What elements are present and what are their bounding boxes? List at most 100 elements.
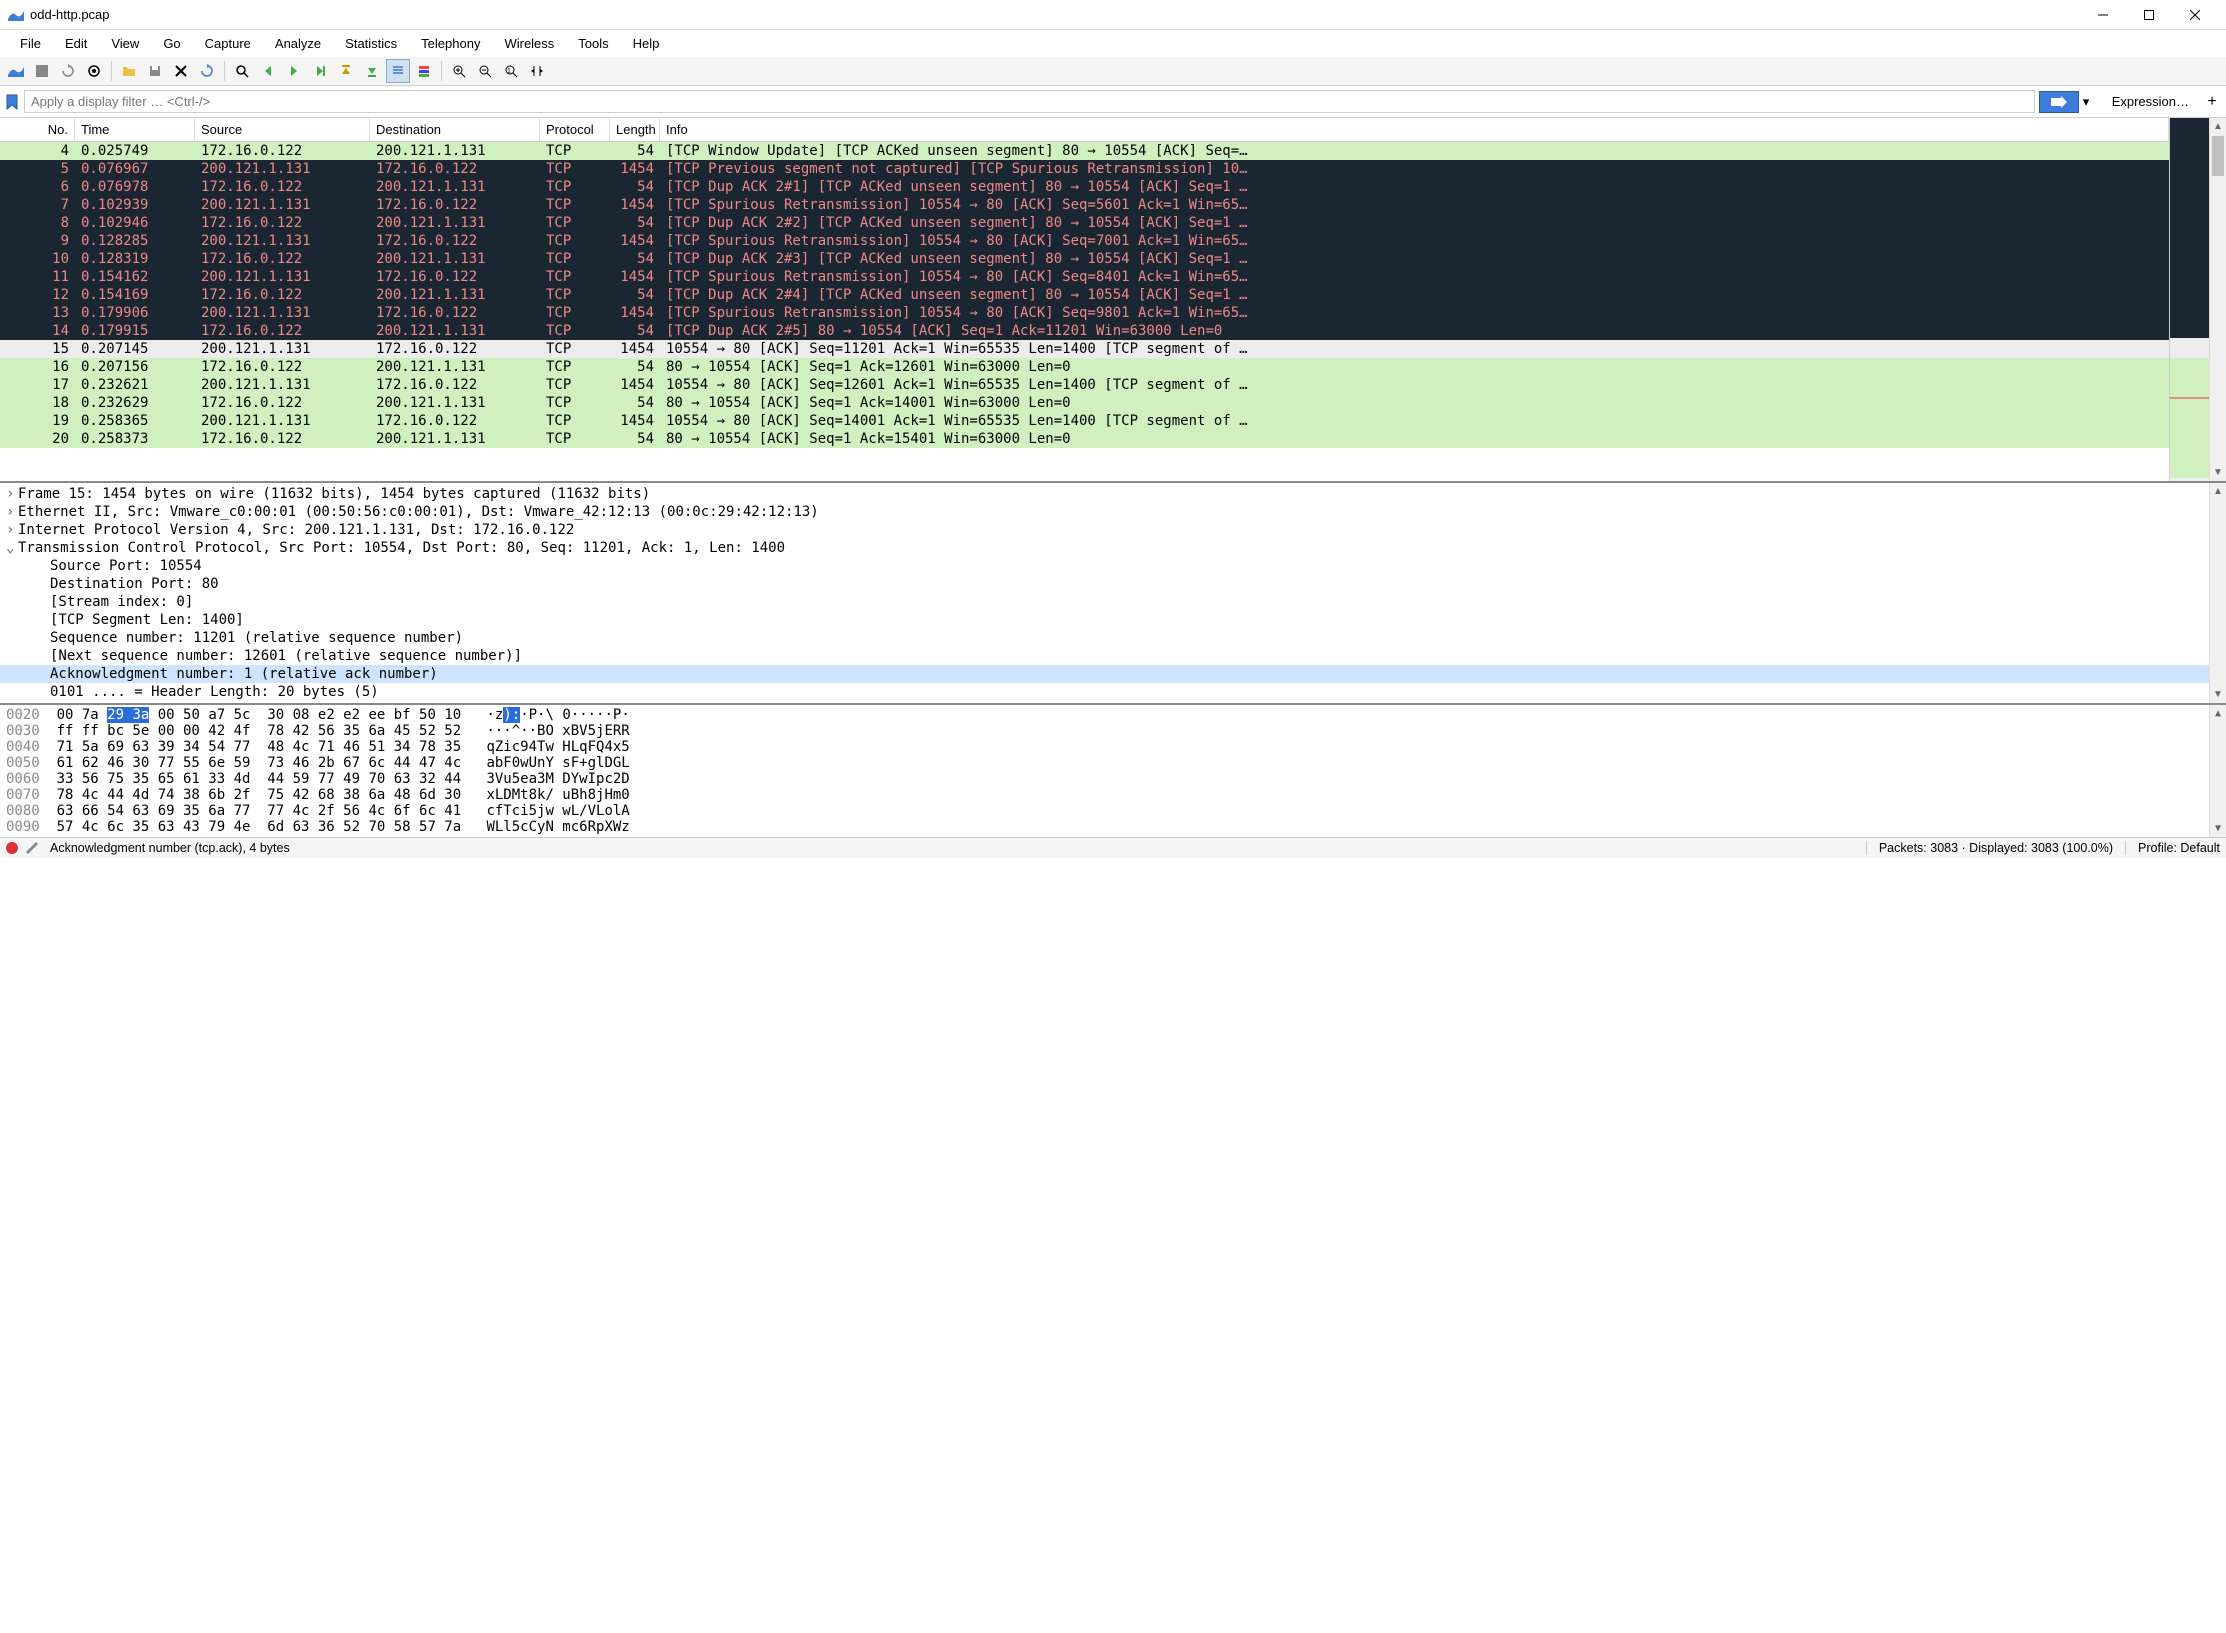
col-header-info[interactable]: Info (660, 118, 2169, 141)
close-button[interactable] (2172, 0, 2218, 30)
packet-row[interactable]: 110.154162200.121.1.131172.16.0.122TCP14… (0, 268, 2169, 286)
expression-button[interactable]: Expression… (2103, 90, 2198, 113)
packet-row[interactable]: 120.154169172.16.0.122200.121.1.131TCP54… (0, 286, 2169, 304)
menu-tools[interactable]: Tools (566, 32, 620, 55)
menu-telephony[interactable]: Telephony (409, 32, 492, 55)
col-header-no[interactable]: No. (0, 118, 75, 141)
packet-row[interactable]: 200.258373172.16.0.122200.121.1.131TCP54… (0, 430, 2169, 448)
packet-row[interactable]: 90.128285200.121.1.131172.16.0.122TCP145… (0, 232, 2169, 250)
hex-line[interactable]: 0090 57 4c 6c 35 63 43 79 4e 6d 63 36 52… (6, 819, 2203, 835)
packet-row[interactable]: 150.207145200.121.1.131172.16.0.122TCP14… (0, 340, 2169, 358)
tree-segment-len[interactable]: [TCP Segment Len: 1400] (0, 611, 2209, 629)
packet-scrollbar[interactable]: ▲ ▼ (2209, 118, 2226, 481)
go-first-icon[interactable] (334, 59, 358, 83)
hex-line[interactable]: 0020 00 7a 29 3a 00 50 a7 5c 30 08 e2 e2… (6, 707, 2203, 723)
tree-tcp[interactable]: Transmission Control Protocol, Src Port:… (0, 539, 2209, 557)
find-packet-icon[interactable] (230, 59, 254, 83)
col-header-length[interactable]: Length (610, 118, 660, 141)
hex-line[interactable]: 0060 33 56 75 35 65 61 33 4d 44 59 77 49… (6, 771, 2203, 787)
capture-options-icon[interactable] (82, 59, 106, 83)
packet-row[interactable]: 60.076978172.16.0.122200.121.1.131TCP54[… (0, 178, 2169, 196)
go-forward-icon[interactable] (282, 59, 306, 83)
close-file-icon[interactable] (169, 59, 193, 83)
packet-row[interactable]: 80.102946172.16.0.122200.121.1.131TCP54[… (0, 214, 2169, 232)
expert-info-led-icon[interactable] (6, 842, 18, 854)
tree-header-len[interactable]: 0101 .... = Header Length: 20 bytes (5) (0, 683, 2209, 701)
scroll-down-icon[interactable]: ▼ (2210, 686, 2226, 703)
hex-line[interactable]: 0040 71 5a 69 63 39 34 54 77 48 4c 71 46… (6, 739, 2203, 755)
packet-row[interactable]: 100.128319172.16.0.122200.121.1.131TCP54… (0, 250, 2169, 268)
cell-length: 54 (610, 431, 660, 447)
packet-row[interactable]: 170.232621200.121.1.131172.16.0.122TCP14… (0, 376, 2169, 394)
hex-dump[interactable]: 0020 00 7a 29 3a 00 50 a7 5c 30 08 e2 e2… (0, 705, 2209, 837)
scroll-thumb[interactable] (2212, 136, 2224, 176)
scroll-down-icon[interactable]: ▼ (2210, 820, 2226, 837)
colorize-icon[interactable] (412, 59, 436, 83)
edit-icon[interactable] (24, 840, 40, 856)
tree-stream-index[interactable]: [Stream index: 0] (0, 593, 2209, 611)
apply-filter-button[interactable] (2039, 91, 2079, 113)
zoom-reset-icon[interactable]: 1 (499, 59, 523, 83)
tree-dst-port[interactable]: Destination Port: 80 (0, 575, 2209, 593)
col-header-time[interactable]: Time (75, 118, 195, 141)
stop-capture-icon[interactable] (30, 59, 54, 83)
zoom-in-icon[interactable] (447, 59, 471, 83)
tree-seq-number[interactable]: Sequence number: 11201 (relative sequenc… (0, 629, 2209, 647)
packet-row[interactable]: 130.179906200.121.1.131172.16.0.122TCP14… (0, 304, 2169, 322)
minimize-button[interactable] (2080, 0, 2126, 30)
menu-edit[interactable]: Edit (53, 32, 99, 55)
tree-src-port[interactable]: Source Port: 10554 (0, 557, 2209, 575)
open-file-icon[interactable] (117, 59, 141, 83)
menu-go[interactable]: Go (151, 32, 192, 55)
scroll-up-icon[interactable]: ▲ (2210, 118, 2226, 135)
menu-wireless[interactable]: Wireless (492, 32, 566, 55)
details-scrollbar[interactable]: ▲ ▼ (2209, 483, 2226, 703)
packet-row[interactable]: 40.025749172.16.0.122200.121.1.131TCP54[… (0, 142, 2169, 160)
packet-minimap[interactable] (2169, 118, 2209, 481)
menu-help[interactable]: Help (621, 32, 672, 55)
tree-ethernet[interactable]: Ethernet II, Src: Vmware_c0:00:01 (00:50… (0, 503, 2209, 521)
tree-ip[interactable]: Internet Protocol Version 4, Src: 200.12… (0, 521, 2209, 539)
scroll-down-icon[interactable]: ▼ (2210, 464, 2226, 481)
tree-frame[interactable]: Frame 15: 1454 bytes on wire (11632 bits… (0, 485, 2209, 503)
menu-statistics[interactable]: Statistics (333, 32, 409, 55)
tree-ack-number[interactable]: Acknowledgment number: 1 (relative ack n… (0, 665, 2209, 683)
add-filter-button[interactable]: + (2202, 92, 2222, 112)
col-header-protocol[interactable]: Protocol (540, 118, 610, 141)
packet-row[interactable]: 190.258365200.121.1.131172.16.0.122TCP14… (0, 412, 2169, 430)
hex-line[interactable]: 0070 78 4c 44 4d 74 38 6b 2f 75 42 68 38… (6, 787, 2203, 803)
menu-capture[interactable]: Capture (193, 32, 263, 55)
filter-dropdown-icon[interactable]: ▾ (2083, 94, 2099, 110)
menu-analyze[interactable]: Analyze (263, 32, 333, 55)
scroll-up-icon[interactable]: ▲ (2210, 483, 2226, 500)
scroll-up-icon[interactable]: ▲ (2210, 705, 2226, 722)
reload-icon[interactable] (195, 59, 219, 83)
packet-row[interactable]: 50.076967200.121.1.131172.16.0.122TCP145… (0, 160, 2169, 178)
maximize-button[interactable] (2126, 0, 2172, 30)
packet-row[interactable]: 160.207156172.16.0.122200.121.1.131TCP54… (0, 358, 2169, 376)
hex-line[interactable]: 0030 ff ff bc 5e 00 00 42 4f 78 42 56 35… (6, 723, 2203, 739)
resize-columns-icon[interactable] (525, 59, 549, 83)
hex-scrollbar[interactable]: ▲ ▼ (2209, 705, 2226, 837)
col-header-source[interactable]: Source (195, 118, 370, 141)
col-header-destination[interactable]: Destination (370, 118, 540, 141)
zoom-out-icon[interactable] (473, 59, 497, 83)
status-profile[interactable]: Profile: Default (2125, 841, 2220, 855)
tree-next-seq[interactable]: [Next sequence number: 12601 (relative s… (0, 647, 2209, 665)
save-file-icon[interactable] (143, 59, 167, 83)
packet-row[interactable]: 180.232629172.16.0.122200.121.1.131TCP54… (0, 394, 2169, 412)
go-last-icon[interactable] (360, 59, 384, 83)
go-back-icon[interactable] (256, 59, 280, 83)
packet-row[interactable]: 70.102939200.121.1.131172.16.0.122TCP145… (0, 196, 2169, 214)
wireshark-logo-icon[interactable] (4, 59, 28, 83)
hex-line[interactable]: 0080 63 66 54 63 69 35 6a 77 77 4c 2f 56… (6, 803, 2203, 819)
hex-line[interactable]: 0050 61 62 46 30 77 55 6e 59 73 46 2b 67… (6, 755, 2203, 771)
go-to-packet-icon[interactable] (308, 59, 332, 83)
bookmark-icon[interactable] (4, 94, 20, 110)
menu-file[interactable]: File (8, 32, 53, 55)
auto-scroll-icon[interactable] (386, 59, 410, 83)
menu-view[interactable]: View (99, 32, 151, 55)
display-filter-input[interactable] (24, 90, 2035, 113)
packet-row[interactable]: 140.179915172.16.0.122200.121.1.131TCP54… (0, 322, 2169, 340)
restart-capture-icon[interactable] (56, 59, 80, 83)
